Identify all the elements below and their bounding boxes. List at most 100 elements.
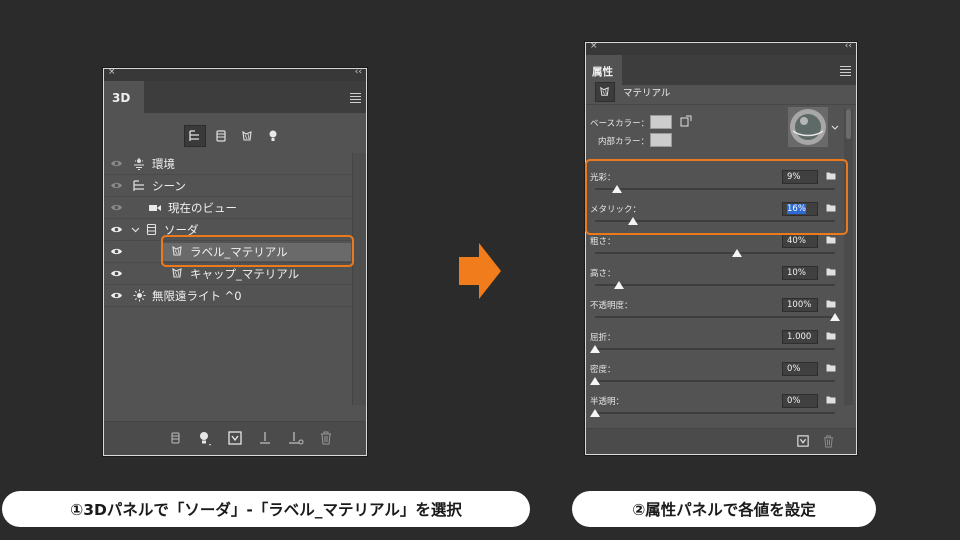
slider-track[interactable] bbox=[595, 348, 835, 350]
tree-item-environment[interactable]: 環境 bbox=[105, 153, 353, 175]
material-preview-sphere[interactable] bbox=[788, 107, 828, 147]
property-row: 屈折： 1.000 bbox=[590, 328, 836, 360]
texture-folder-icon[interactable] bbox=[826, 300, 836, 308]
highlight-selected-material bbox=[161, 235, 354, 267]
mesh-icon bbox=[143, 223, 159, 237]
slider-track[interactable] bbox=[595, 252, 835, 254]
tree-item-label: シーン bbox=[152, 178, 186, 193]
visibility-eye-icon[interactable] bbox=[105, 269, 127, 278]
slider-track[interactable] bbox=[595, 284, 835, 286]
tree-item-label: 現在のビュー bbox=[168, 200, 237, 215]
property-label: 高さ： bbox=[590, 269, 616, 279]
property-row: 半透明： 0% bbox=[590, 392, 836, 424]
step2-caption: ②属性パネルで各値を設定 bbox=[572, 491, 876, 527]
property-row: 高さ： 10% bbox=[590, 264, 836, 296]
panel-menu-icon[interactable] bbox=[350, 93, 361, 105]
tree-item-label: 無限遠ライト ^0 bbox=[152, 288, 242, 303]
material-header: マテリアル bbox=[586, 79, 856, 105]
base-color-label: ベースカラー： bbox=[590, 119, 650, 129]
slider-track[interactable] bbox=[595, 316, 835, 318]
property-value-input[interactable]: 10% bbox=[782, 266, 818, 280]
panel-tabbar: 3D bbox=[104, 81, 366, 113]
slider-thumb[interactable] bbox=[830, 313, 840, 321]
slider-thumb[interactable] bbox=[731, 249, 742, 257]
scene-icon bbox=[131, 179, 147, 193]
close-panel-button[interactable]: × bbox=[108, 67, 116, 77]
visibility-eye-icon[interactable] bbox=[105, 225, 127, 234]
tree-scrollbar[interactable] bbox=[352, 153, 366, 405]
panel-menu-icon[interactable] bbox=[840, 66, 851, 78]
property-value-text: 10% bbox=[787, 268, 806, 278]
slider-thumb[interactable] bbox=[590, 345, 600, 353]
visibility-eye-icon[interactable] bbox=[105, 291, 127, 300]
property-label: 屈折： bbox=[590, 333, 616, 343]
slider-track[interactable] bbox=[595, 380, 835, 382]
chevron-down-icon[interactable] bbox=[127, 227, 143, 233]
visibility-eye-icon[interactable] bbox=[105, 203, 127, 212]
tree-item-infinite-light[interactable]: 無限遠ライト ^0 bbox=[105, 285, 353, 307]
trash-icon[interactable] bbox=[823, 435, 834, 448]
property-label: 不透明度： bbox=[590, 301, 633, 311]
property-value-input[interactable]: 0% bbox=[782, 362, 818, 376]
mesh-filter-icon[interactable] bbox=[210, 125, 232, 147]
panel-header-strip: × ‹‹ bbox=[586, 41, 856, 55]
material-filter-icon[interactable] bbox=[236, 125, 258, 147]
property-value-input[interactable]: 1.000 bbox=[782, 330, 818, 344]
slider-track[interactable] bbox=[595, 412, 835, 414]
ground-plane-icon[interactable] bbox=[258, 431, 272, 447]
inner-color-swatch[interactable] bbox=[650, 133, 672, 147]
material-icon bbox=[169, 267, 185, 281]
drop-to-plane-icon[interactable] bbox=[288, 431, 304, 447]
tab-3d[interactable]: 3D bbox=[104, 81, 144, 113]
texture-folder-icon[interactable] bbox=[826, 332, 836, 340]
texture-folder-icon[interactable] bbox=[826, 236, 836, 244]
tree-item-current-view[interactable]: 現在のビュー bbox=[105, 197, 353, 219]
collapse-panel-button[interactable]: ‹‹ bbox=[355, 67, 362, 77]
texture-folder-icon[interactable] bbox=[826, 268, 836, 276]
visibility-eye-icon[interactable] bbox=[105, 181, 127, 190]
collapse-panel-button[interactable]: ‹‹ bbox=[845, 41, 852, 51]
light-filter-icon[interactable] bbox=[262, 125, 284, 147]
property-value-input[interactable]: 100% bbox=[782, 298, 818, 312]
slider-thumb[interactable] bbox=[590, 409, 600, 417]
filter-toolbar bbox=[184, 125, 284, 149]
tree-item-scene[interactable]: シーン bbox=[105, 175, 353, 197]
visibility-eye-icon[interactable] bbox=[105, 247, 127, 256]
render-icon[interactable] bbox=[797, 435, 809, 448]
property-value-input[interactable]: 0% bbox=[782, 394, 818, 408]
slider-thumb[interactable] bbox=[590, 377, 600, 385]
highlight-gloss-metallic bbox=[585, 159, 848, 235]
inner-color-label: 内部カラー： bbox=[598, 137, 650, 147]
property-value-text: 1.000 bbox=[787, 332, 812, 342]
texture-folder-icon[interactable] bbox=[826, 396, 836, 404]
add-light-icon[interactable] bbox=[198, 431, 212, 447]
scene-filter-icon[interactable] bbox=[184, 125, 206, 147]
property-value-text: 0% bbox=[787, 396, 801, 406]
texture-edit-icon[interactable] bbox=[680, 115, 692, 127]
scroll-thumb[interactable] bbox=[846, 109, 851, 139]
properties-scrollbar[interactable] bbox=[844, 109, 853, 405]
panel-footer bbox=[104, 421, 366, 455]
property-row: 密度： 0% bbox=[590, 360, 836, 392]
property-label: 粗さ： bbox=[590, 237, 616, 247]
step1-caption: ①3Dパネルで「ソーダ」-「ラベル_マテリアル」を選択 bbox=[2, 491, 530, 527]
slider-thumb[interactable] bbox=[614, 281, 624, 289]
property-value-input[interactable]: 40% bbox=[782, 234, 818, 248]
close-panel-button[interactable]: × bbox=[590, 41, 598, 51]
trash-icon[interactable] bbox=[320, 431, 332, 447]
environment-icon bbox=[131, 157, 147, 171]
base-color-swatch[interactable] bbox=[650, 115, 672, 129]
texture-folder-icon[interactable] bbox=[826, 364, 836, 372]
render-icon[interactable] bbox=[228, 431, 242, 447]
light-icon bbox=[131, 289, 147, 303]
property-label: 密度： bbox=[590, 365, 616, 375]
property-value-text: 0% bbox=[787, 364, 801, 374]
camera-icon bbox=[147, 201, 163, 215]
panel-footer bbox=[586, 428, 856, 454]
property-row: 粗さ： 40% bbox=[590, 232, 836, 264]
property-value-text: 40% bbox=[787, 236, 806, 246]
chevron-down-icon[interactable] bbox=[831, 125, 839, 131]
next-step-arrow-icon bbox=[459, 243, 501, 299]
add-mesh-icon[interactable] bbox=[170, 431, 182, 447]
visibility-eye-icon[interactable] bbox=[105, 159, 127, 168]
